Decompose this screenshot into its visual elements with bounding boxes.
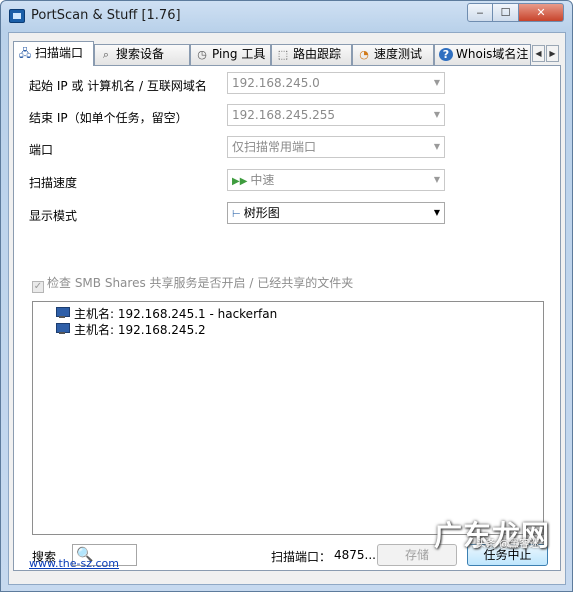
end-ip-value: 192.168.245.255	[232, 108, 336, 122]
tab-label: Ping 工具	[212, 47, 266, 61]
tab-label: 路由跟踪	[293, 47, 342, 61]
start-ip-value: 192.168.245.0	[232, 76, 320, 90]
smb-check-row[interactable]: ✓ 检查 SMB Shares 共享服务是否开启 / 已经共享的文件夹	[32, 274, 353, 293]
app-window: PortScan & Stuff [1.76] ‒ ☐ ✕ 🖧 扫描端口 ⌕ 搜…	[0, 0, 573, 592]
window-title: PortScan & Stuff [1.76]	[31, 8, 181, 23]
scan-speed-label: 扫描速度	[29, 176, 78, 190]
tab-ping-tool[interactable]: ◷ Ping 工具	[190, 44, 271, 65]
end-ip-label: 结束 IP（如单个任务，留空）	[29, 111, 188, 125]
search-devices-icon: ⌕	[102, 48, 110, 61]
port-label: 端口	[29, 143, 54, 157]
chevron-down-icon: ▼	[433, 208, 440, 217]
tree-item-host[interactable]: 主机名: 192.168.245.1 - hackerfan	[55, 305, 277, 322]
client-area: 🖧 扫描端口 ⌕ 搜索设备 ◷ Ping 工具 ⬚ 路由跟踪 ◔ 速度测试 ? …	[8, 32, 566, 585]
tab-label: 搜索设备	[116, 47, 165, 61]
tab-whois[interactable]: ? Whois域名注	[434, 44, 531, 65]
end-ip-input[interactable]: 192.168.245.255 ▼	[227, 104, 445, 126]
help-icon: ?	[439, 48, 453, 61]
scan-ports-panel: 起始 IP 或 计算机名 / 互联网域名 192.168.245.0 ▼ 结束 …	[13, 65, 561, 571]
chevron-down-icon: ▼	[433, 142, 440, 151]
chevron-down-icon: ▼	[433, 78, 440, 87]
network-icon: 🖧	[18, 47, 32, 60]
title-bar[interactable]: PortScan & Stuff [1.76] ‒ ☐ ✕	[1, 1, 572, 31]
display-mode-value: 树形图	[243, 206, 280, 220]
close-button[interactable]: ✕	[519, 3, 564, 22]
speedometer-icon: ◔	[359, 48, 369, 61]
tab-traceroute[interactable]: ⬚ 路由跟踪	[271, 44, 352, 65]
route-icon: ⬚	[277, 48, 289, 61]
smb-check-label: 检查 SMB Shares 共享服务是否开启 / 已经共享的文件夹	[47, 276, 354, 290]
website-link[interactable]: www.the-sz.com	[29, 557, 119, 570]
ping-icon: ◷	[197, 48, 207, 61]
start-ip-input[interactable]: 192.168.245.0 ▼	[227, 72, 445, 94]
tab-label: Whois域名注	[456, 47, 529, 61]
fast-forward-icon: ▶▶	[232, 176, 248, 187]
display-mode-label: 显示模式	[29, 209, 78, 223]
tab-speed-test[interactable]: ◔ 速度测试	[352, 44, 434, 65]
tab-scroll-right-button[interactable]: ▶	[546, 45, 559, 62]
scan-port-label: 扫描端口：	[271, 550, 332, 564]
tab-label: 扫描端口	[35, 46, 84, 60]
app-icon	[9, 9, 25, 23]
minimize-button[interactable]: ‒	[467, 3, 493, 22]
scan-port-value: 4875...	[334, 548, 376, 562]
tab-strip: 🖧 扫描端口 ⌕ 搜索设备 ◷ Ping 工具 ⬚ 路由跟踪 ◔ 速度测试 ? …	[13, 41, 563, 66]
computer-icon	[55, 323, 70, 335]
tree-view-icon: ⊢	[232, 209, 241, 220]
scan-speed-select[interactable]: ▶▶ 中速 ▼	[227, 169, 445, 191]
host-label: 主机名: 192.168.245.1 - hackerfan	[74, 307, 278, 321]
chevron-down-icon: ▼	[433, 175, 440, 184]
port-select[interactable]: 仅扫描常用端口 ▼	[227, 136, 445, 158]
scan-speed-value: 中速	[250, 173, 275, 187]
tab-scan-ports[interactable]: 🖧 扫描端口	[13, 41, 94, 66]
host-label: 主机名: 192.168.245.2	[74, 323, 206, 337]
watermark-subtext: 头条 @黑客迷	[476, 539, 540, 550]
port-value: 仅扫描常用端口	[232, 140, 317, 154]
tree-item-host[interactable]: 主机名: 192.168.245.2	[55, 321, 206, 338]
tab-scroll-left-button[interactable]: ◀	[532, 45, 545, 62]
start-ip-label: 起始 IP 或 计算机名 / 互联网域名	[29, 79, 207, 93]
results-tree[interactable]: 主机名: 192.168.245.1 - hackerfan 主机名: 192.…	[32, 301, 544, 535]
maximize-button[interactable]: ☐	[493, 3, 519, 22]
computer-icon	[55, 307, 70, 319]
display-mode-select[interactable]: ⊢ 树形图 ▼	[227, 202, 445, 224]
chevron-down-icon: ▼	[433, 110, 440, 119]
tab-label: 速度测试	[374, 47, 423, 61]
smb-checkbox[interactable]: ✓	[32, 281, 44, 293]
tab-search-devices[interactable]: ⌕ 搜索设备	[94, 44, 190, 65]
